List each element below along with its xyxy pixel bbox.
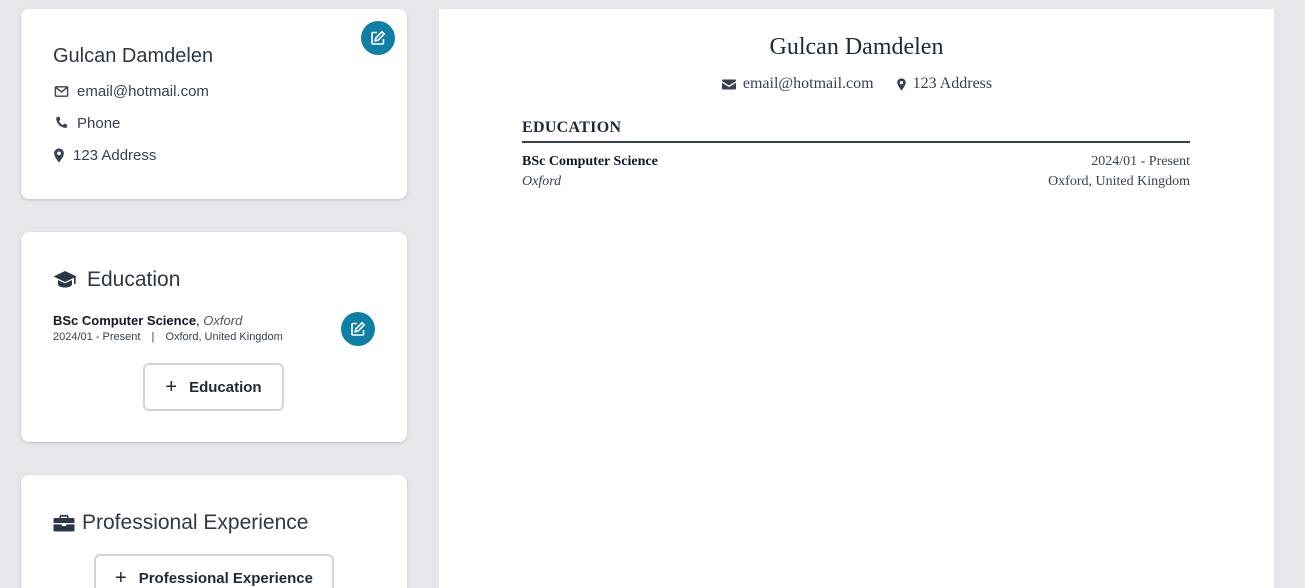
- edit-personal-button[interactable]: [361, 21, 395, 55]
- education-divider: |: [151, 331, 155, 343]
- resume-email-item: email@hotmail.com: [721, 75, 874, 93]
- education-title-text: Education: [87, 268, 181, 291]
- education-card: Education BSc Computer Science, Oxford 2…: [21, 232, 407, 442]
- personal-email: email@hotmail.com: [77, 83, 209, 100]
- personal-phone-row: Phone: [53, 115, 120, 132]
- envelope-icon: [53, 84, 69, 100]
- add-education-label: Education: [189, 378, 262, 396]
- resume-education-entry: BSc Computer Science 2024/01 - Present O…: [522, 152, 1190, 192]
- resume-location: Oxford, United Kingdom: [1048, 174, 1190, 189]
- resume-address-item: 123 Address: [896, 75, 993, 93]
- edit-education-button[interactable]: [341, 312, 375, 346]
- personal-name: Gulcan Damdelen: [53, 45, 214, 67]
- personal-address-row: 123 Address: [53, 147, 156, 164]
- edit-icon: [371, 30, 386, 45]
- resume-address: 123 Address: [912, 75, 993, 92]
- add-experience-button[interactable]: + Professional Experience: [94, 554, 334, 588]
- resume-dates: 2024/01 - Present: [1091, 154, 1190, 169]
- education-institution: Oxford: [203, 313, 243, 328]
- plus-icon: +: [115, 567, 127, 588]
- education-location: Oxford, United Kingdom: [165, 331, 283, 343]
- personal-address: 123 Address: [73, 147, 157, 164]
- envelope-icon: [721, 77, 737, 91]
- personal-phone: Phone: [77, 115, 121, 132]
- phone-icon: [53, 116, 69, 132]
- experience-title-text: Professional Experience: [82, 511, 309, 534]
- personal-email-row: email@hotmail.com: [53, 83, 209, 100]
- graduation-cap-icon: [53, 269, 79, 291]
- education-item: BSc Computer Science, Oxford 2024/01 - P…: [53, 313, 283, 343]
- briefcase-icon: [53, 512, 75, 534]
- resume-preview: Gulcan Damdelen email@hotmail.com 123 Ad…: [439, 9, 1274, 588]
- personal-info-card: Gulcan Damdelen email@hotmail.com Phone: [21, 9, 407, 199]
- resume-email: email@hotmail.com: [742, 75, 874, 92]
- map-pin-icon: [53, 148, 65, 164]
- education-dates: 2024/01 - Present: [53, 331, 141, 343]
- experience-section-title: Professional Experience: [53, 511, 308, 535]
- add-experience-label: Professional Experience: [138, 569, 313, 587]
- edit-icon: [351, 321, 366, 336]
- resume-institution: Oxford: [522, 174, 562, 189]
- resume-degree: BSc Computer Science: [522, 154, 658, 169]
- experience-card: Professional Experience + Professional E…: [21, 475, 407, 588]
- education-degree: BSc Computer Science: [53, 313, 197, 328]
- add-education-button[interactable]: + Education: [143, 363, 284, 411]
- resume-education-heading: EDUCATION: [522, 119, 1190, 143]
- map-pin-icon: [896, 77, 907, 91]
- resume-builder: Gulcan Damdelen email@hotmail.com Phone: [0, 0, 1305, 588]
- resume-contact: email@hotmail.com 123 Address: [439, 75, 1274, 93]
- resume-name: Gulcan Damdelen: [769, 34, 944, 60]
- plus-icon: +: [165, 376, 178, 398]
- education-section-title: Education: [53, 268, 180, 292]
